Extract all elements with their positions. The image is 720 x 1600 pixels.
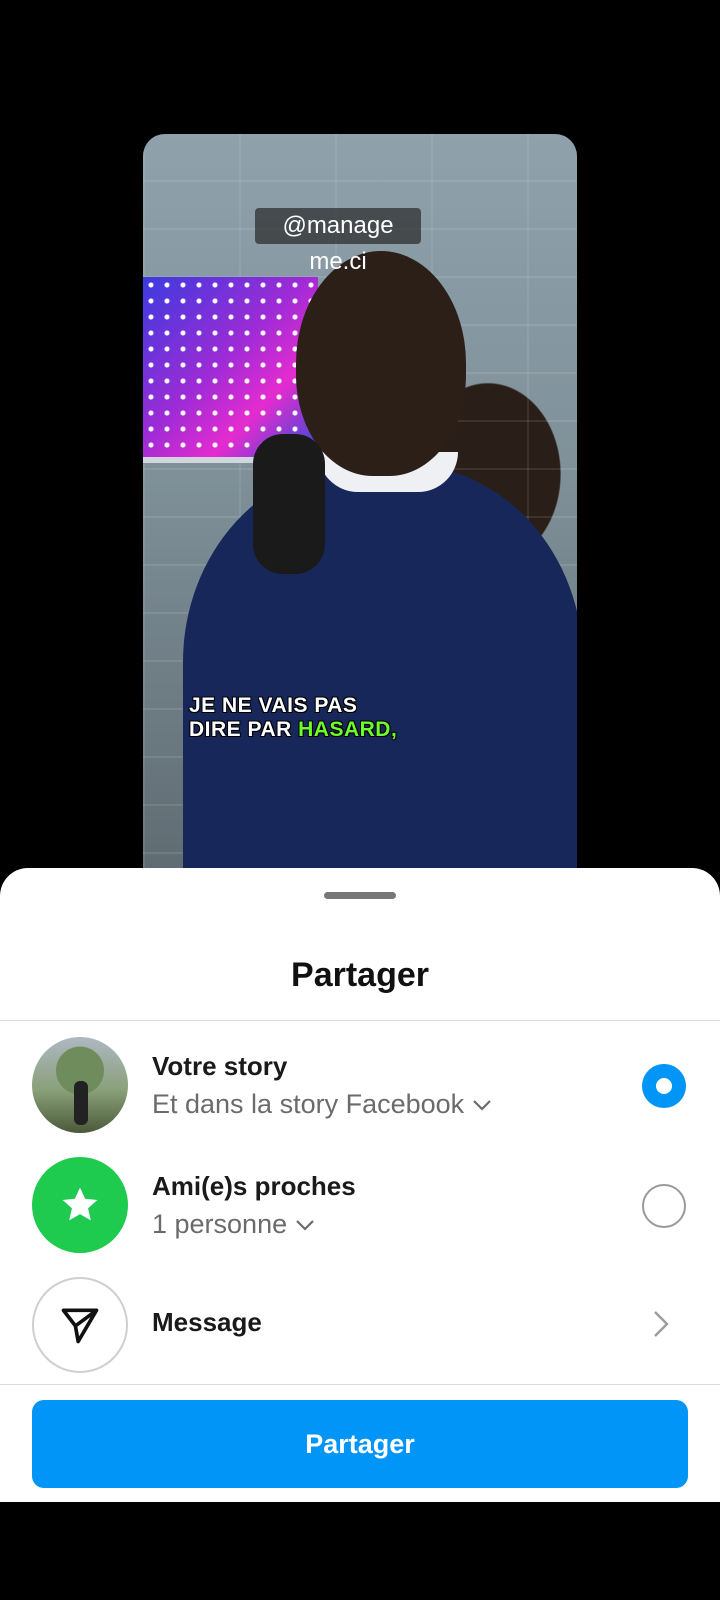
caption-line-1: JE NE VAIS PAS	[189, 694, 358, 717]
paper-plane-icon	[61, 1308, 99, 1344]
option-title: Message	[152, 1307, 262, 1337]
avatar	[32, 1037, 128, 1133]
chevron-down-icon	[473, 1099, 491, 1111]
drag-handle[interactable]	[324, 892, 396, 899]
message-avatar	[32, 1277, 128, 1373]
option-your-story[interactable]: Votre story Et dans la story Facebook	[0, 1029, 720, 1139]
star-icon	[62, 1187, 98, 1221]
caption-line-2-text: DIRE PAR	[189, 718, 299, 741]
option-message[interactable]: Message	[0, 1269, 720, 1379]
person-head	[296, 251, 466, 476]
reel-preview: @manage me.ci JE NE VAIS PAS DIRE PAR HA…	[143, 134, 577, 894]
option-subtitle: 1 personne	[152, 1209, 288, 1239]
chevron-down-icon	[296, 1219, 314, 1231]
option-subtitle-dropdown[interactable]: Et dans la story Facebook	[152, 1089, 492, 1120]
divider	[0, 1020, 720, 1021]
option-subtitle-dropdown[interactable]: 1 personne	[152, 1209, 315, 1240]
caption-highlight: HASARD,	[298, 718, 398, 741]
option-title: Ami(e)s proches	[152, 1171, 356, 1201]
watermark-label: @manage me.ci	[255, 208, 421, 275]
avatar-figure	[74, 1081, 88, 1125]
divider	[0, 1384, 720, 1385]
chevron-right-icon	[654, 1311, 669, 1337]
microphone	[253, 434, 325, 574]
option-subtitle: Et dans la story Facebook	[152, 1089, 465, 1119]
video-caption: JE NE VAIS PAS DIRE PAR HASARD,	[189, 694, 397, 742]
sheet-title: Partager	[291, 956, 429, 994]
option-title: Votre story	[152, 1051, 288, 1081]
option-close-friends[interactable]: Ami(e)s proches 1 personne	[0, 1149, 720, 1259]
person-body	[183, 464, 577, 894]
radio-selected[interactable]	[642, 1064, 686, 1108]
share-sheet: Partager Votre story Et dans la story Fa…	[0, 868, 720, 1502]
share-button[interactable]: Partager	[32, 1400, 688, 1488]
caption-line-2: DIRE PAR HASARD,	[189, 718, 397, 742]
radio-unselected[interactable]	[642, 1184, 686, 1228]
close-friends-avatar	[32, 1157, 128, 1253]
